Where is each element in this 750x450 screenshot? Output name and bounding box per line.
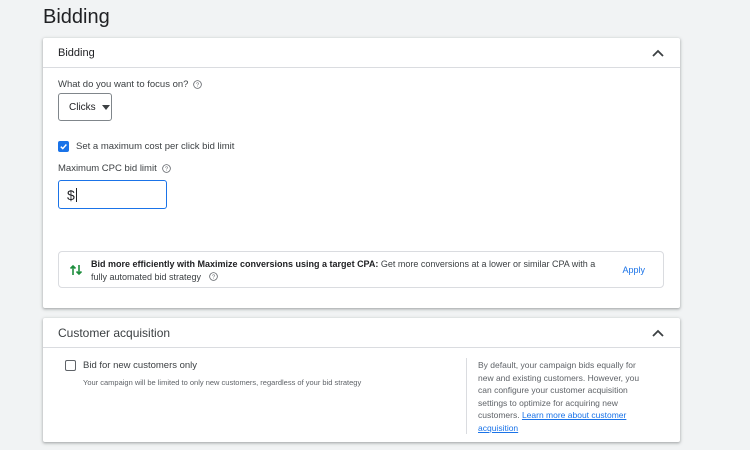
recommendation-text: Bid more efficiently with Maximize conve… — [91, 258, 611, 284]
customer-acquisition-info: By default, your campaign bids equally f… — [478, 359, 653, 434]
customer-card-title: Customer acquisition — [58, 325, 171, 340]
new-customers-description: Your campaign will be limited to only ne… — [83, 378, 362, 387]
max-cpc-input[interactable]: $ — [58, 180, 167, 209]
help-icon[interactable]: ? — [161, 164, 171, 173]
max-cpc-field-label: Maximum CPC bid limit — [58, 163, 157, 174]
max-cpc-input-value: $ — [67, 186, 75, 203]
bidding-card-header[interactable]: Bidding — [43, 38, 680, 68]
max-cpc-checkbox[interactable] — [58, 141, 69, 152]
max-cpc-field-label-row: Maximum CPC bid limit ? — [58, 163, 171, 174]
customer-card-header[interactable]: Customer acquisition — [43, 318, 680, 348]
new-customers-checkbox-row[interactable]: Bid for new customers only — [65, 360, 197, 371]
vertical-divider — [466, 358, 467, 434]
bidding-card: Bidding What do you want to focus on? ? … — [43, 38, 680, 308]
apply-button[interactable]: Apply — [622, 265, 645, 275]
help-icon[interactable]: ? — [193, 80, 203, 89]
caret-down-icon — [101, 104, 110, 110]
bidding-card-title: Bidding — [58, 46, 95, 59]
page-title: Bidding — [43, 6, 110, 28]
max-cpc-checkbox-row[interactable]: Set a maximum cost per click bid limit — [58, 141, 234, 152]
chevron-up-icon[interactable] — [651, 46, 665, 60]
customer-acquisition-card: Customer acquisition Bid for new custome… — [43, 318, 680, 442]
text-cursor — [75, 187, 77, 202]
focus-question-row: What do you want to focus on? ? — [58, 79, 203, 90]
focus-dropdown[interactable]: Clicks — [58, 93, 112, 121]
help-icon[interactable]: ? — [208, 272, 218, 281]
new-customers-checkbox-label: Bid for new customers only — [83, 360, 198, 371]
focus-question-label: What do you want to focus on? — [58, 79, 189, 90]
chevron-up-icon[interactable] — [651, 326, 665, 340]
bid-strategy-icon — [69, 263, 83, 277]
focus-dropdown-value: Clicks — [69, 101, 96, 113]
max-cpc-checkbox-label: Set a maximum cost per click bid limit — [76, 141, 235, 152]
check-icon — [60, 144, 67, 150]
new-customers-checkbox[interactable] — [65, 360, 76, 371]
recommendation-box: Bid more efficiently with Maximize conve… — [58, 251, 664, 288]
recommendation-title: Bid more efficiently with Maximize conve… — [91, 259, 379, 269]
